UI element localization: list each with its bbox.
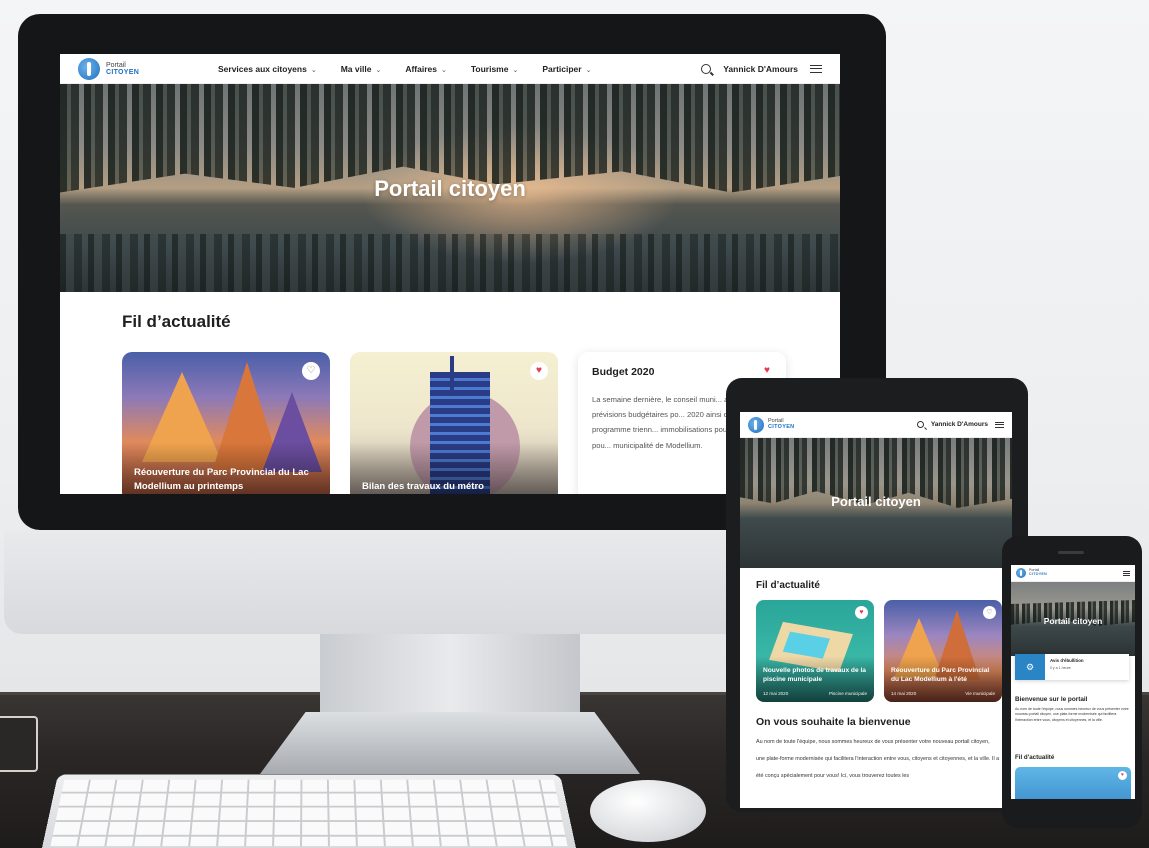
menu-item-ma-ville[interactable]: Ma ville ⌄ [341, 64, 382, 74]
news-card[interactable]: Réouverture du Parc Provincial du Lac Mo… [884, 600, 1002, 702]
card-category: Piscine municipale [829, 691, 867, 696]
hero-banner: Portail citoyen [60, 84, 840, 292]
welcome-text: Au nom de toute l'équipe, nous sommes he… [1015, 707, 1129, 723]
keyboard [42, 775, 576, 848]
hamburger-menu-icon[interactable] [995, 422, 1004, 428]
chevron-down-icon: ⌄ [311, 67, 317, 74]
card-date: 12 mai 2020 [763, 691, 788, 696]
feed-heading: Fil d’actualité [122, 312, 231, 332]
card-title: Budget 2020 [592, 366, 654, 378]
card-category: Vie municipale [965, 691, 995, 696]
menu-label: Ma ville [341, 64, 372, 74]
news-card[interactable]: Bilan des travaux du métro ♥ [350, 352, 558, 494]
chevron-down-icon: ⌄ [441, 67, 447, 74]
news-card[interactable]: Réouverture du Parc Provincial du Lac Mo… [122, 352, 330, 494]
menu-label: Participer [542, 64, 581, 74]
site-logo[interactable]: Portail CITOYEN [78, 58, 218, 80]
card-title: Nouvelle photos de travaux de la piscine… [763, 666, 867, 684]
alert-title: Avis d'ébullition [1050, 658, 1084, 663]
phone-navigation: Portail CITOYEN [1011, 565, 1135, 582]
alert-time: Il y a 1 heure [1050, 666, 1084, 670]
hamburger-menu-icon[interactable] [1123, 571, 1130, 576]
hero-title: Portail citoyen [740, 494, 1012, 509]
menu-label: Services aux citoyens [218, 64, 307, 74]
news-card[interactable]: ♥ [1015, 767, 1131, 799]
menu-label: Affaires [405, 64, 437, 74]
hamburger-menu-icon[interactable] [810, 65, 822, 73]
logo-line2: CITOYEN [768, 425, 794, 431]
feed-heading: Fil d'actualité [1015, 754, 1054, 761]
keyboard-keys [50, 780, 567, 846]
welcome-heading: On vous souhaite la bienvenue [756, 716, 911, 728]
logo-icon [78, 58, 100, 80]
menu-item-participer[interactable]: Participer ⌄ [542, 64, 591, 74]
hero-banner: Portail citoyen [1011, 582, 1135, 656]
water-alert-icon: ⚙ [1015, 654, 1045, 680]
welcome-text: Au nom de toute l'équipe, nous sommes he… [756, 734, 1000, 784]
welcome-heading: Bienvenue sur le portail [1015, 696, 1087, 703]
feed-heading: Fil d’actualité [756, 580, 820, 591]
notebook [0, 716, 38, 772]
search-icon[interactable] [917, 421, 924, 428]
hero-banner: Portail citoyen [740, 438, 1012, 568]
heart-icon[interactable]: ♥ [530, 362, 548, 380]
card-date: 14 mai 2020 [891, 691, 916, 696]
mouse [590, 780, 706, 842]
card-illustration [450, 356, 454, 396]
heart-icon[interactable]: ♡ [983, 606, 996, 619]
imac-stand [320, 634, 580, 714]
main-menu: Services aux citoyens ⌄ Ma ville ⌄ Affaire… [218, 64, 701, 74]
logo-line1: Portail [106, 62, 139, 69]
alert-card[interactable]: ⚙ Avis d'ébullition Il y a 1 heure [1015, 654, 1129, 680]
menu-item-affaires[interactable]: Affaires ⌄ [405, 64, 447, 74]
logo-icon [1016, 568, 1026, 578]
phone-screen: Portail CITOYEN Portail citoyen ⚙ Avis d… [1011, 565, 1135, 799]
hero-reflection [60, 234, 840, 292]
menu-item-tourisme[interactable]: Tourisme ⌄ [471, 64, 519, 74]
chevron-down-icon: ⌄ [375, 67, 381, 74]
phone-speaker [1058, 551, 1084, 554]
logo-icon [748, 417, 764, 433]
card-title: Bilan des travaux du métro [362, 480, 546, 494]
heart-icon[interactable]: ♡ [302, 362, 320, 380]
menu-item-services[interactable]: Services aux citoyens ⌄ [218, 64, 317, 74]
heart-icon[interactable]: ♥ [1118, 771, 1127, 780]
site-logo[interactable]: Portail CITOYEN [748, 417, 794, 433]
desktop-screen: Portail CITOYEN Services aux citoyens ⌄ M… [60, 54, 840, 494]
news-card[interactable]: Nouvelle photos de travaux de la piscine… [756, 600, 874, 702]
chevron-down-icon: ⌄ [512, 67, 518, 74]
top-navigation: Portail CITOYEN Services aux citoyens ⌄ M… [60, 54, 840, 84]
hero-title: Portail citoyen [60, 176, 840, 202]
card-title: Réouverture du Parc Provincial du Lac Mo… [134, 466, 318, 494]
heart-icon[interactable]: ♥ [855, 606, 868, 619]
tablet-navigation: Portail CITOYEN Yannick D'Amours [740, 412, 1012, 438]
hero-title: Portail citoyen [1011, 616, 1135, 626]
logo-line2: CITOYEN [106, 69, 139, 76]
user-name[interactable]: Yannick D'Amours [723, 64, 798, 74]
logo-line2: CITOYEN [1029, 573, 1047, 577]
card-title: Réouverture du Parc Provincial du Lac Mo… [891, 666, 995, 684]
user-name[interactable]: Yannick D'Amours [931, 421, 988, 428]
menu-label: Tourisme [471, 64, 509, 74]
search-icon[interactable] [701, 64, 711, 74]
chevron-down-icon: ⌄ [586, 67, 592, 74]
imac-stand-foot [260, 712, 640, 774]
site-logo[interactable]: Portail CITOYEN [1016, 568, 1047, 578]
tablet-screen: Portail CITOYEN Yannick D'Amours Portail… [740, 412, 1012, 808]
